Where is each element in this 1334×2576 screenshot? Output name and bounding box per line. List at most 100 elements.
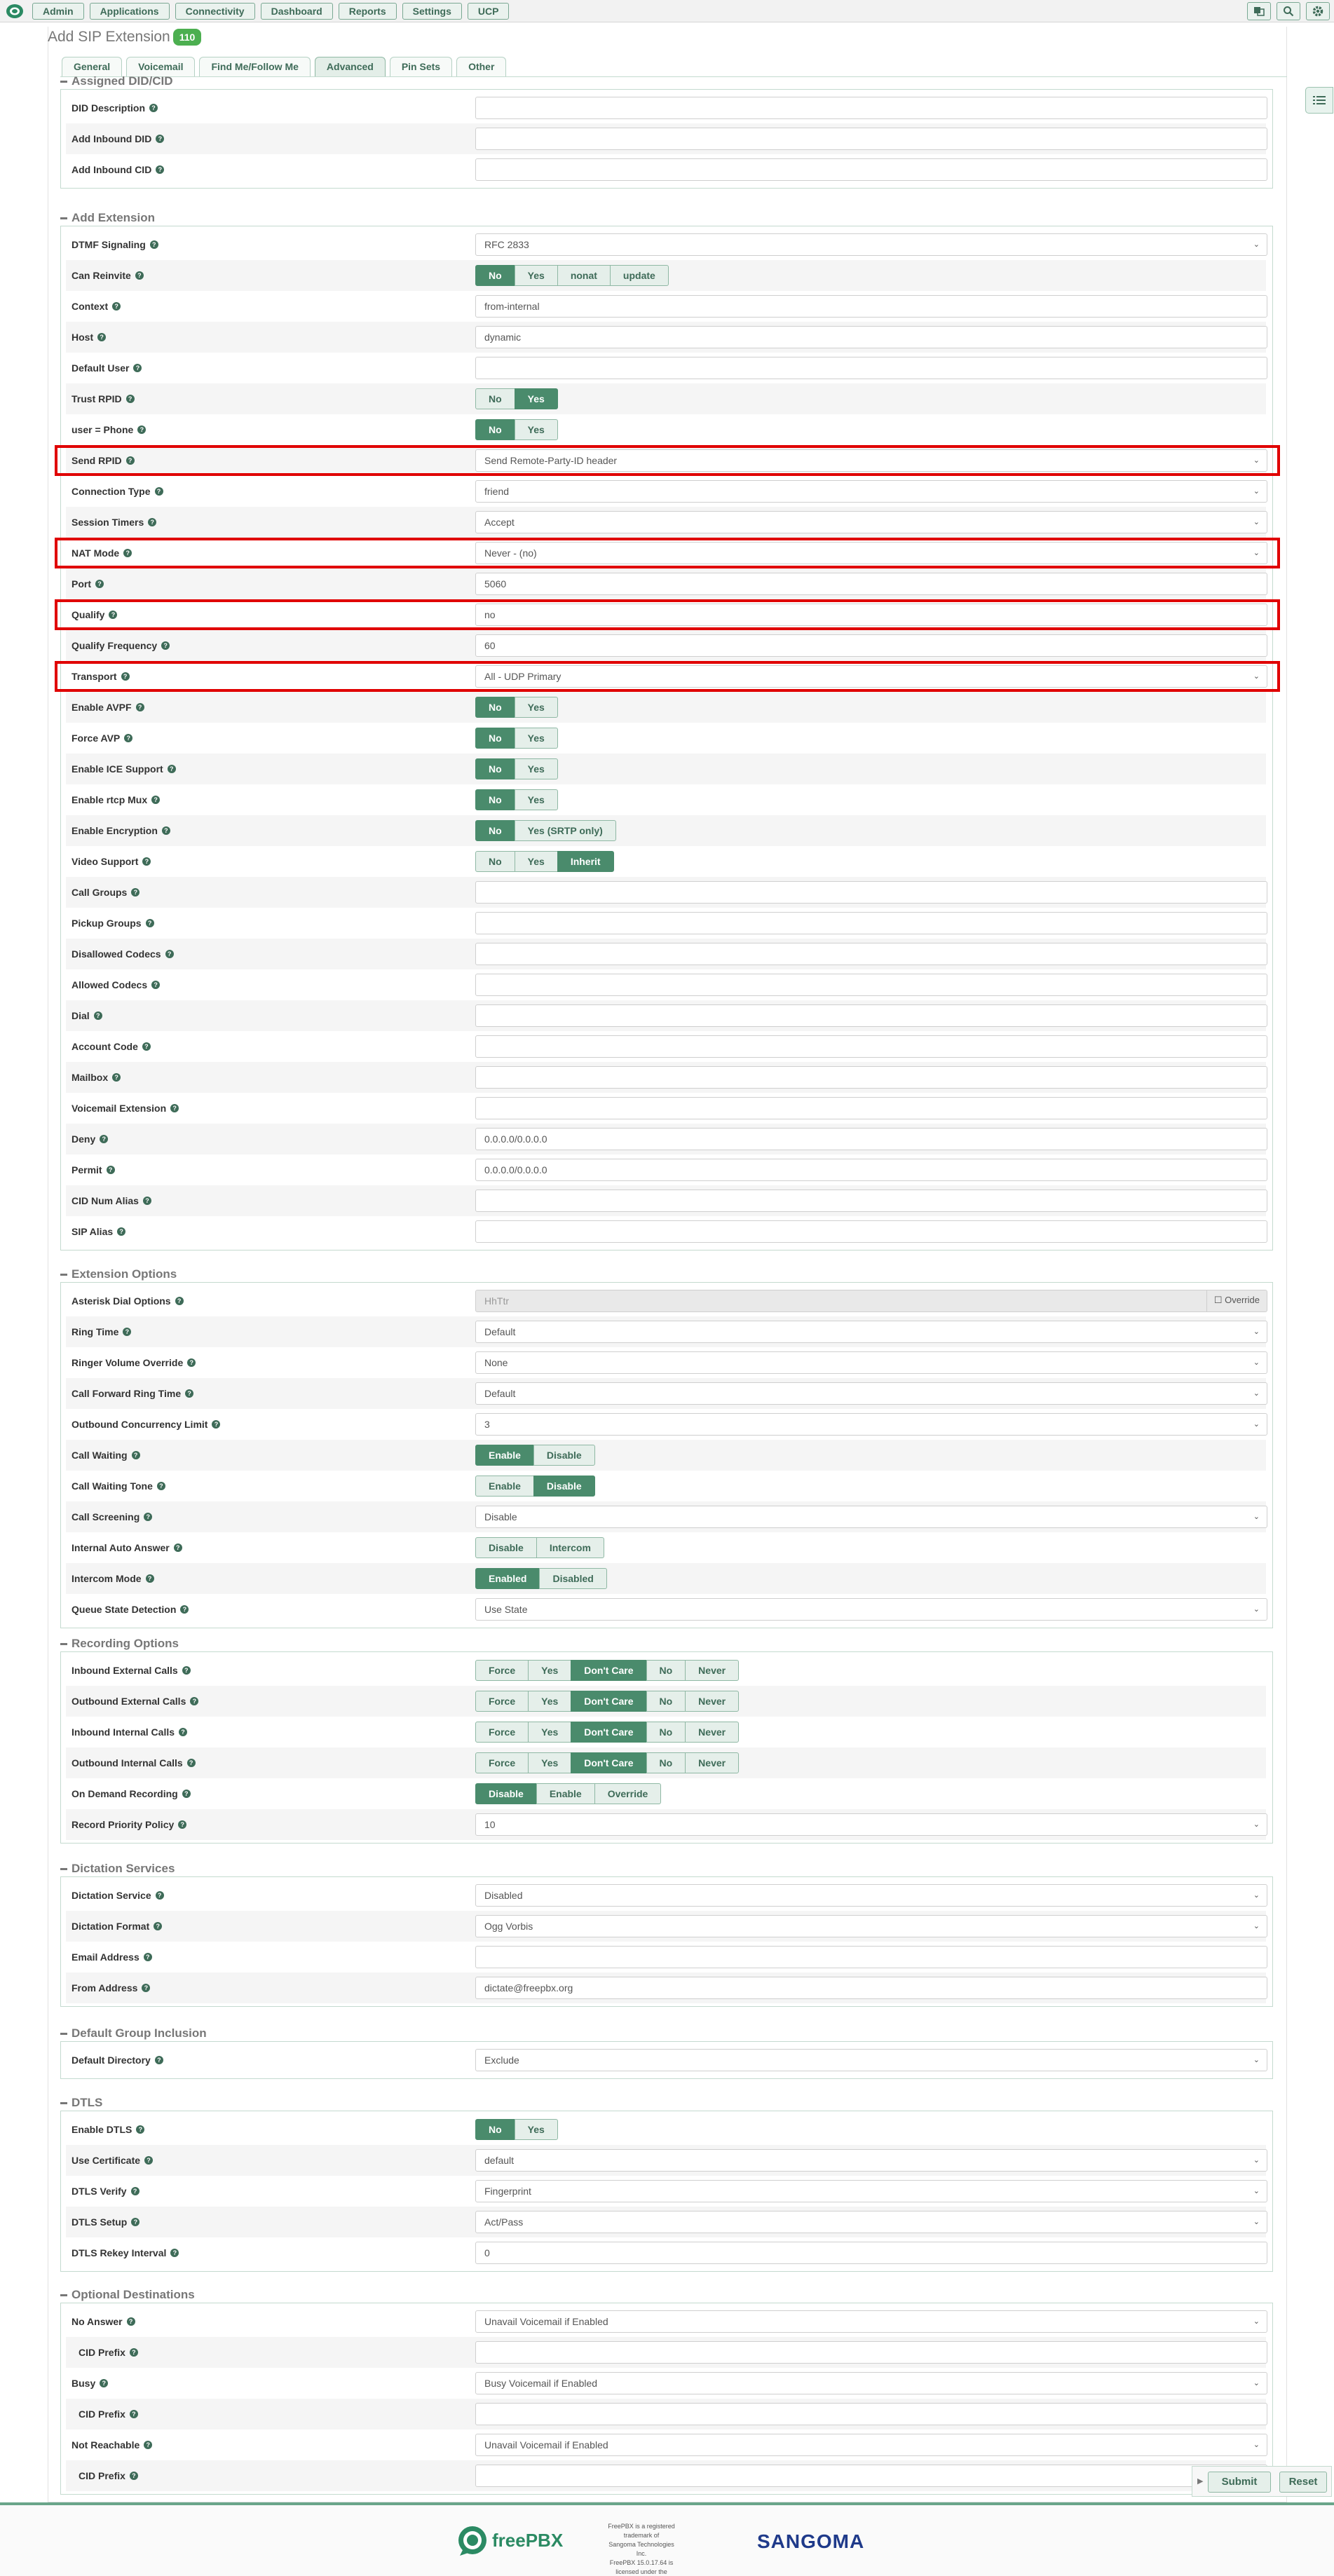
section-header[interactable]: Assigned DID/CID <box>60 74 173 89</box>
search-icon[interactable] <box>1277 2 1300 20</box>
help-icon[interactable]: ? <box>123 1328 132 1336</box>
help-icon[interactable]: ? <box>154 1922 163 1930</box>
option-no[interactable]: No <box>646 1752 686 1773</box>
help-icon[interactable]: ? <box>161 641 170 650</box>
option-yes[interactable]: Yes <box>514 388 558 409</box>
option-no[interactable]: No <box>646 1660 686 1681</box>
option-force[interactable]: Force <box>475 1691 529 1712</box>
session-timers-select[interactable]: Accept ⌄ <box>475 511 1267 533</box>
option-disabled[interactable]: Disabled <box>539 1568 607 1589</box>
context-input[interactable]: from-internal <box>475 295 1267 318</box>
option-yes[interactable]: Yes <box>528 1691 572 1712</box>
dtls-verify-select[interactable]: Fingerprint ⌄ <box>475 2180 1267 2202</box>
help-icon[interactable]: ? <box>126 2317 135 2326</box>
collapse-icon[interactable] <box>60 2294 67 2296</box>
help-icon[interactable]: ? <box>100 2379 109 2387</box>
help-icon[interactable]: ? <box>143 1953 152 1961</box>
option-no[interactable]: No <box>475 758 515 779</box>
help-icon[interactable]: ? <box>142 1042 151 1051</box>
option-disable[interactable]: Disable <box>533 1476 595 1497</box>
option-intercom[interactable]: Intercom <box>536 1537 604 1558</box>
disallowed-codecs-input[interactable] <box>475 943 1267 965</box>
option-never[interactable]: Never <box>685 1722 740 1743</box>
help-icon[interactable]: ? <box>130 2187 139 2195</box>
submit-button[interactable]: Submit <box>1208 2472 1271 2493</box>
option-disable[interactable]: Disable <box>533 1445 595 1466</box>
help-icon[interactable]: ? <box>149 104 158 112</box>
option-disable[interactable]: Disable <box>475 1783 537 1804</box>
collapse-arrow-icon[interactable]: ▶ <box>1197 2476 1203 2486</box>
dictation-service-select[interactable]: Disabled ⌄ <box>475 1884 1267 1907</box>
help-icon[interactable]: ? <box>154 2056 163 2064</box>
help-icon[interactable]: ? <box>185 1389 194 1398</box>
dtls-setup-select[interactable]: Act/Pass ⌄ <box>475 2211 1267 2233</box>
connection-type-select[interactable]: friend ⌄ <box>475 480 1267 503</box>
help-icon[interactable]: ? <box>142 857 151 866</box>
menu-applications[interactable]: Applications <box>89 3 170 20</box>
help-icon[interactable]: ? <box>149 240 158 249</box>
cid-prefix-input[interactable] <box>475 2341 1267 2364</box>
dictation-format-select[interactable]: Ogg Vorbis ⌄ <box>475 1915 1267 1937</box>
did-description-input[interactable] <box>475 97 1267 119</box>
help-icon[interactable]: ? <box>129 2472 138 2480</box>
call-forward-ring-time-select[interactable]: Default ⌄ <box>475 1382 1267 1405</box>
option-no[interactable]: No <box>475 820 515 841</box>
option-don-t-care[interactable]: Don't Care <box>571 1722 647 1743</box>
help-icon[interactable]: ? <box>136 2125 145 2134</box>
section-header[interactable]: DTLS <box>60 2095 102 2111</box>
help-icon[interactable]: ? <box>180 1605 189 1614</box>
option-enable[interactable]: Enable <box>475 1476 534 1497</box>
option-never[interactable]: Never <box>685 1752 740 1773</box>
queue-state-detection-select[interactable]: Use State ⌄ <box>475 1598 1267 1621</box>
gear-icon[interactable] <box>1306 2 1330 20</box>
menu-settings[interactable]: Settings <box>402 3 462 20</box>
help-icon[interactable]: ? <box>112 302 121 311</box>
option-no[interactable]: No <box>475 2119 515 2140</box>
help-icon[interactable]: ? <box>156 135 165 143</box>
option-disable[interactable]: Disable <box>475 1537 537 1558</box>
from-address-input[interactable]: dictate@freepbx.org <box>475 1977 1267 1999</box>
help-icon[interactable]: ? <box>129 2348 138 2357</box>
help-icon[interactable]: ? <box>170 1104 179 1112</box>
help-icon[interactable]: ? <box>186 1759 196 1767</box>
help-icon[interactable]: ? <box>133 364 142 372</box>
section-header[interactable]: Dictation Services <box>60 1861 175 1876</box>
collapse-icon[interactable] <box>60 1867 67 1870</box>
help-icon[interactable]: ? <box>145 919 154 927</box>
record-priority-policy-select[interactable]: 10 ⌄ <box>475 1813 1267 1836</box>
option-yes[interactable]: Yes <box>514 728 558 749</box>
sip-alias-input[interactable] <box>475 1220 1267 1243</box>
help-icon[interactable]: ? <box>106 1166 115 1174</box>
option-no[interactable]: No <box>475 388 515 409</box>
help-icon[interactable]: ? <box>173 1543 182 1552</box>
help-icon[interactable]: ? <box>148 518 157 526</box>
collapse-icon[interactable] <box>60 1273 67 1276</box>
help-icon[interactable]: ? <box>167 765 176 773</box>
option-no[interactable]: No <box>646 1722 686 1743</box>
allowed-codecs-input[interactable] <box>475 974 1267 996</box>
option-yes[interactable]: Yes <box>514 265 558 286</box>
help-icon[interactable]: ? <box>144 2441 153 2449</box>
help-icon[interactable]: ? <box>156 1482 165 1490</box>
freepbx-logo-icon[interactable] <box>6 3 24 20</box>
collapse-icon[interactable] <box>60 1642 67 1645</box>
option-never[interactable]: Never <box>685 1691 740 1712</box>
option-never[interactable]: Never <box>685 1660 740 1681</box>
option-no[interactable]: No <box>475 265 515 286</box>
option-override[interactable]: Override <box>594 1783 662 1804</box>
add-inbound-cid-input[interactable] <box>475 158 1267 181</box>
mailbox-input[interactable] <box>475 1066 1267 1089</box>
help-icon[interactable]: ? <box>155 1891 164 1900</box>
collapse-icon[interactable] <box>60 2101 67 2104</box>
option-yes-srtp-only[interactable]: Yes (SRTP only) <box>514 820 616 841</box>
help-icon[interactable]: ? <box>131 888 140 897</box>
help-icon[interactable]: ? <box>131 2218 140 2226</box>
language-icon[interactable] <box>1247 2 1271 20</box>
dtmf-signaling-select[interactable]: RFC 2833 ⌄ <box>475 233 1267 256</box>
ringer-volume-override-select[interactable]: None ⌄ <box>475 1351 1267 1374</box>
option-yes[interactable]: Yes <box>514 789 558 810</box>
no-answer-select[interactable]: Unavail Voicemail if Enabled ⌄ <box>475 2310 1267 2333</box>
option-yes[interactable]: Yes <box>514 758 558 779</box>
menu-ucp[interactable]: UCP <box>467 3 510 20</box>
help-icon[interactable]: ? <box>144 1513 153 1521</box>
